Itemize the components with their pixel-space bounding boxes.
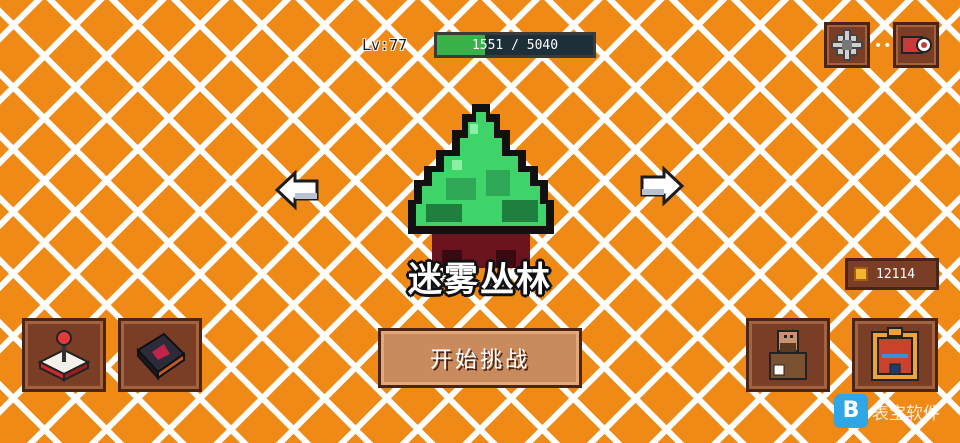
joystick-icon — [37, 330, 91, 382]
hero-icon — [769, 330, 807, 380]
settings-button[interactable] — [824, 22, 870, 68]
spellbook-button[interactable] — [118, 318, 202, 392]
xp-text: 1551 / 5040 — [471, 38, 559, 53]
hero-button[interactable] — [746, 318, 830, 392]
record-button[interactable] — [893, 22, 939, 68]
arrow-right-icon — [640, 165, 685, 207]
backpack-button[interactable] — [852, 318, 938, 392]
backpack-icon — [871, 327, 919, 381]
start-challenge-button[interactable]: 开始挑战 — [378, 328, 582, 388]
prev-stage-button[interactable] — [273, 165, 323, 215]
xp-bar: 1551 / 5040 — [434, 32, 596, 58]
coin-counter: 12114 — [845, 258, 939, 290]
stage-name: 迷雾丛林 — [408, 260, 552, 300]
spellbook-icon — [136, 332, 186, 381]
watermark: B 表宝软件 — [834, 394, 940, 428]
level-label: Lv:77 — [362, 36, 408, 54]
watermark-logo-icon: B — [834, 394, 868, 428]
coin-value: 12114 — [876, 266, 916, 282]
watermark-text: 表宝软件 — [872, 403, 940, 424]
record-icon — [901, 36, 932, 54]
arcade-button[interactable] — [22, 318, 106, 392]
coin-icon — [854, 267, 868, 281]
gear-icon — [831, 29, 863, 61]
arrow-left-icon — [274, 169, 319, 211]
next-stage-button[interactable] — [636, 161, 686, 211]
